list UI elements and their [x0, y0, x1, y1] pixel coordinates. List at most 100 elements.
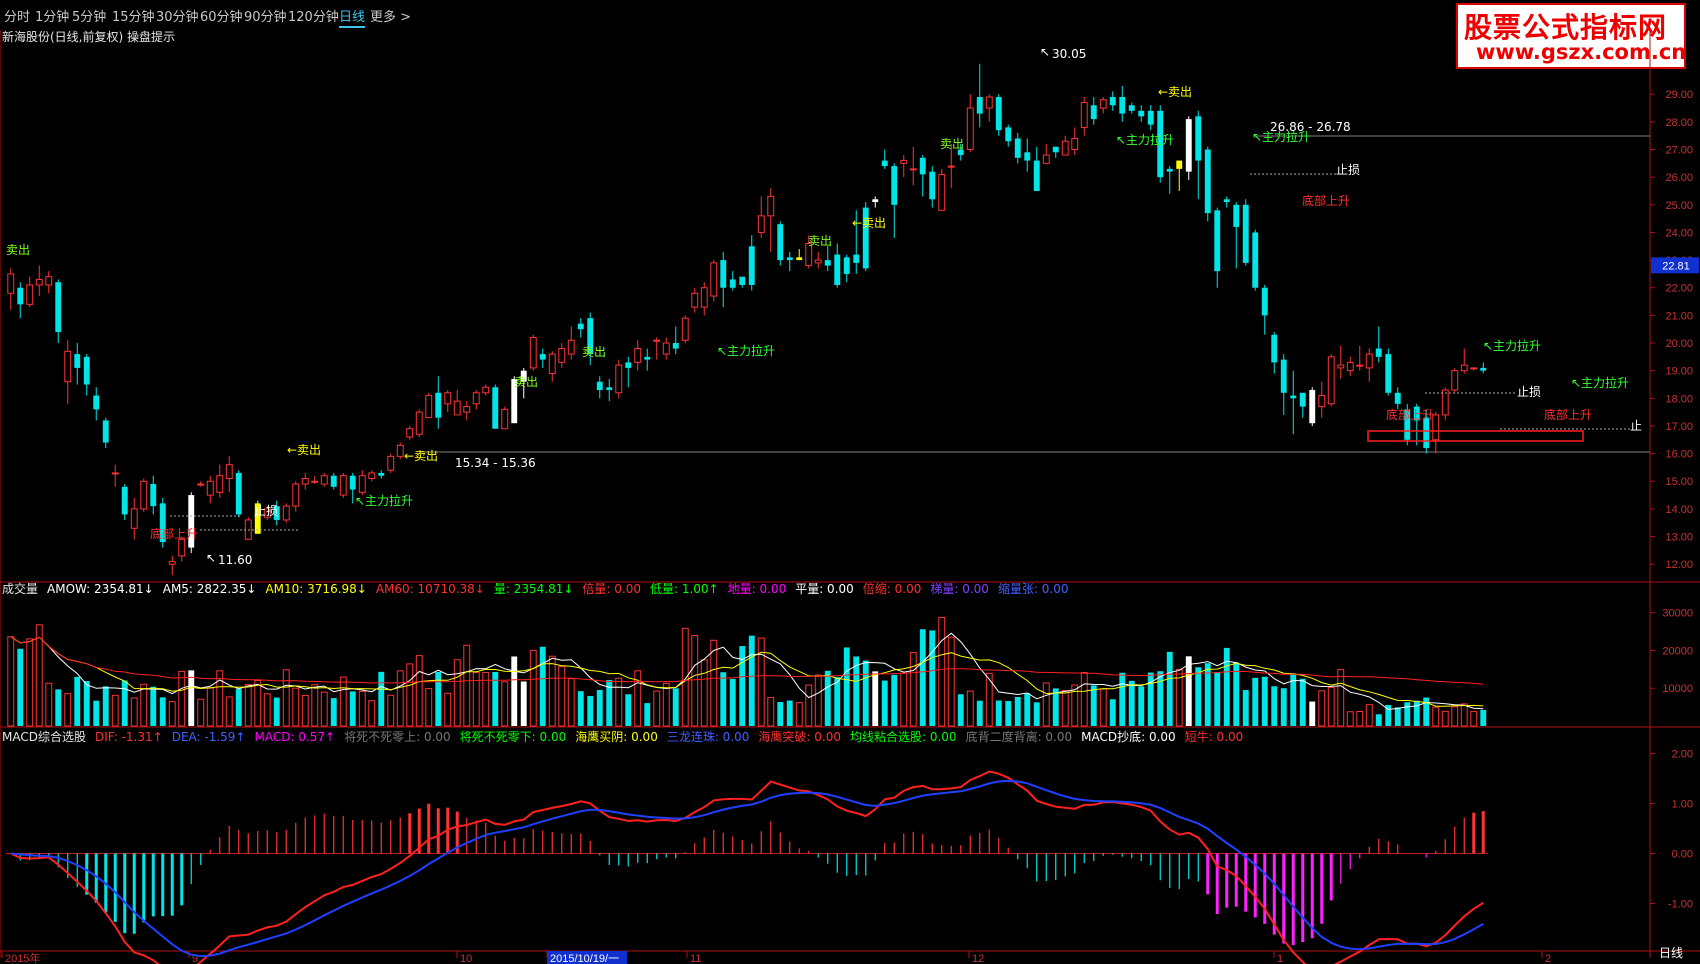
volume-bar — [672, 688, 679, 726]
volume-bar — [1480, 709, 1487, 726]
volume-bar — [74, 676, 81, 726]
volume-bar — [1052, 688, 1059, 726]
volume-bar — [891, 674, 898, 726]
candle-body — [1024, 152, 1031, 161]
support-zone-box — [1367, 430, 1584, 442]
date-tick-label: 11 — [690, 953, 701, 964]
stop-loss-label: 止损 — [1336, 163, 1360, 177]
candle-body — [558, 348, 566, 363]
volume-bar — [1033, 702, 1040, 726]
candle-body — [919, 157, 926, 175]
volume-bar — [1223, 647, 1230, 726]
volume-bar — [501, 681, 509, 727]
candle-body — [415, 411, 423, 435]
volume-bar — [1404, 702, 1411, 726]
indicator-value: 倍量: 0.00 — [582, 582, 641, 596]
candle-body — [492, 387, 499, 429]
price-tick-label: 22.00 — [1665, 283, 1693, 295]
candle-body — [216, 475, 224, 493]
volume-bar — [64, 693, 72, 727]
date-tick-label: 2 — [1545, 953, 1551, 964]
price-tick-label: 16.00 — [1665, 449, 1693, 461]
price-tick-label: 24.00 — [1665, 227, 1693, 239]
volume-bar — [1128, 680, 1135, 726]
main-rise-signal: ↖主力拉升 — [717, 343, 775, 358]
candle-body — [615, 364, 623, 394]
volume-bar — [1394, 707, 1401, 726]
volume-bar — [681, 627, 689, 727]
volume-bar — [900, 672, 908, 727]
volume-bar — [216, 670, 224, 727]
main-rise-signal: ↖主力拉升 — [355, 493, 413, 508]
candle-body — [1290, 395, 1297, 399]
candle-body — [1356, 364, 1364, 367]
indicator-value: 海鹰突破: 0.00 — [758, 730, 841, 744]
price-tick-label: 28.00 — [1665, 117, 1693, 129]
sell-green-signal: 卖出 — [940, 137, 964, 151]
candle-body — [406, 428, 414, 438]
volume-bar — [140, 683, 148, 727]
candle-body — [168, 560, 176, 565]
sell-green-signal: 卖出 — [582, 345, 606, 359]
volume-bar — [1271, 686, 1278, 726]
candle-body — [1128, 105, 1135, 111]
volume-bar — [1318, 690, 1326, 727]
macd-tick-label: -1.00 — [1668, 899, 1693, 911]
indicator-value: AM60: 10710.38↓ — [375, 582, 485, 596]
date-tick-label: 12 — [972, 953, 984, 964]
range-label-low: 15.34 - 15.36 — [455, 456, 536, 470]
volume-indicator-header: 成交量 AMOW: 2354.81↓ AM5: 2822.35↓ AM10: 3716… — [2, 580, 1078, 597]
candle-body — [1138, 110, 1145, 117]
candle-body — [853, 254, 860, 263]
bottom-right-period: 日线 — [1659, 946, 1684, 960]
candle-body — [606, 387, 613, 391]
volume-bar — [415, 655, 423, 727]
candle-body — [1337, 364, 1345, 369]
volume-bar — [834, 677, 841, 726]
candle-body — [1090, 105, 1097, 120]
volume-bar — [1280, 688, 1287, 726]
candle-body — [1005, 127, 1012, 142]
candle-body — [976, 96, 983, 114]
candle-body — [1014, 138, 1021, 158]
volume-bar — [824, 670, 831, 726]
candle-body — [1365, 353, 1373, 369]
price-tick-label: 19.00 — [1665, 366, 1693, 378]
volume-bar — [1252, 677, 1259, 726]
volume-bar — [1138, 686, 1145, 726]
volume-bar — [919, 629, 926, 726]
price-tick-label: 21.00 — [1665, 310, 1693, 322]
candle-body — [729, 279, 736, 288]
indicator-value: 量: 2354.81↓ — [493, 582, 574, 596]
candle-body — [1233, 204, 1240, 227]
indicator-value: DIF: -1.31↑ — [94, 730, 163, 744]
volume-bar — [1299, 678, 1306, 726]
volume-bar — [83, 680, 90, 726]
candle-body — [121, 486, 128, 515]
candle-body — [339, 475, 347, 496]
price-tick-label: 13.00 — [1665, 532, 1693, 544]
candle-body — [472, 392, 480, 405]
indicator-value: 短牛: 0.00 — [1184, 730, 1244, 744]
volume-bar — [102, 686, 109, 726]
indicator-value: 底背二度背离: 0.00 — [965, 730, 1073, 744]
candle-body — [463, 406, 471, 413]
volume-bar — [55, 689, 62, 726]
current-price-label: 22.81 — [1662, 260, 1690, 272]
indicator-value: 低量: 1.00↑ — [649, 582, 719, 596]
candle-body — [748, 246, 755, 285]
volume-bar — [976, 700, 983, 726]
kline-chart-area[interactable]: 29.0028.0027.0026.0025.0024.0023.0022.00… — [0, 0, 1700, 964]
volume-bar — [463, 644, 471, 727]
indicator-value: MACD综合选股 — [2, 730, 86, 744]
volume-bar — [1470, 711, 1478, 727]
candle-body — [710, 262, 718, 297]
volume-bar — [767, 697, 775, 727]
indicator-value: 梯量: 0.00 — [930, 582, 989, 596]
volume-bar — [1005, 701, 1012, 726]
macd-tick-label: 1.00 — [1672, 799, 1693, 811]
volume-bar — [966, 690, 974, 727]
candle-body — [1042, 154, 1050, 164]
volume-bar — [1413, 700, 1420, 726]
volume-bar — [111, 694, 119, 727]
